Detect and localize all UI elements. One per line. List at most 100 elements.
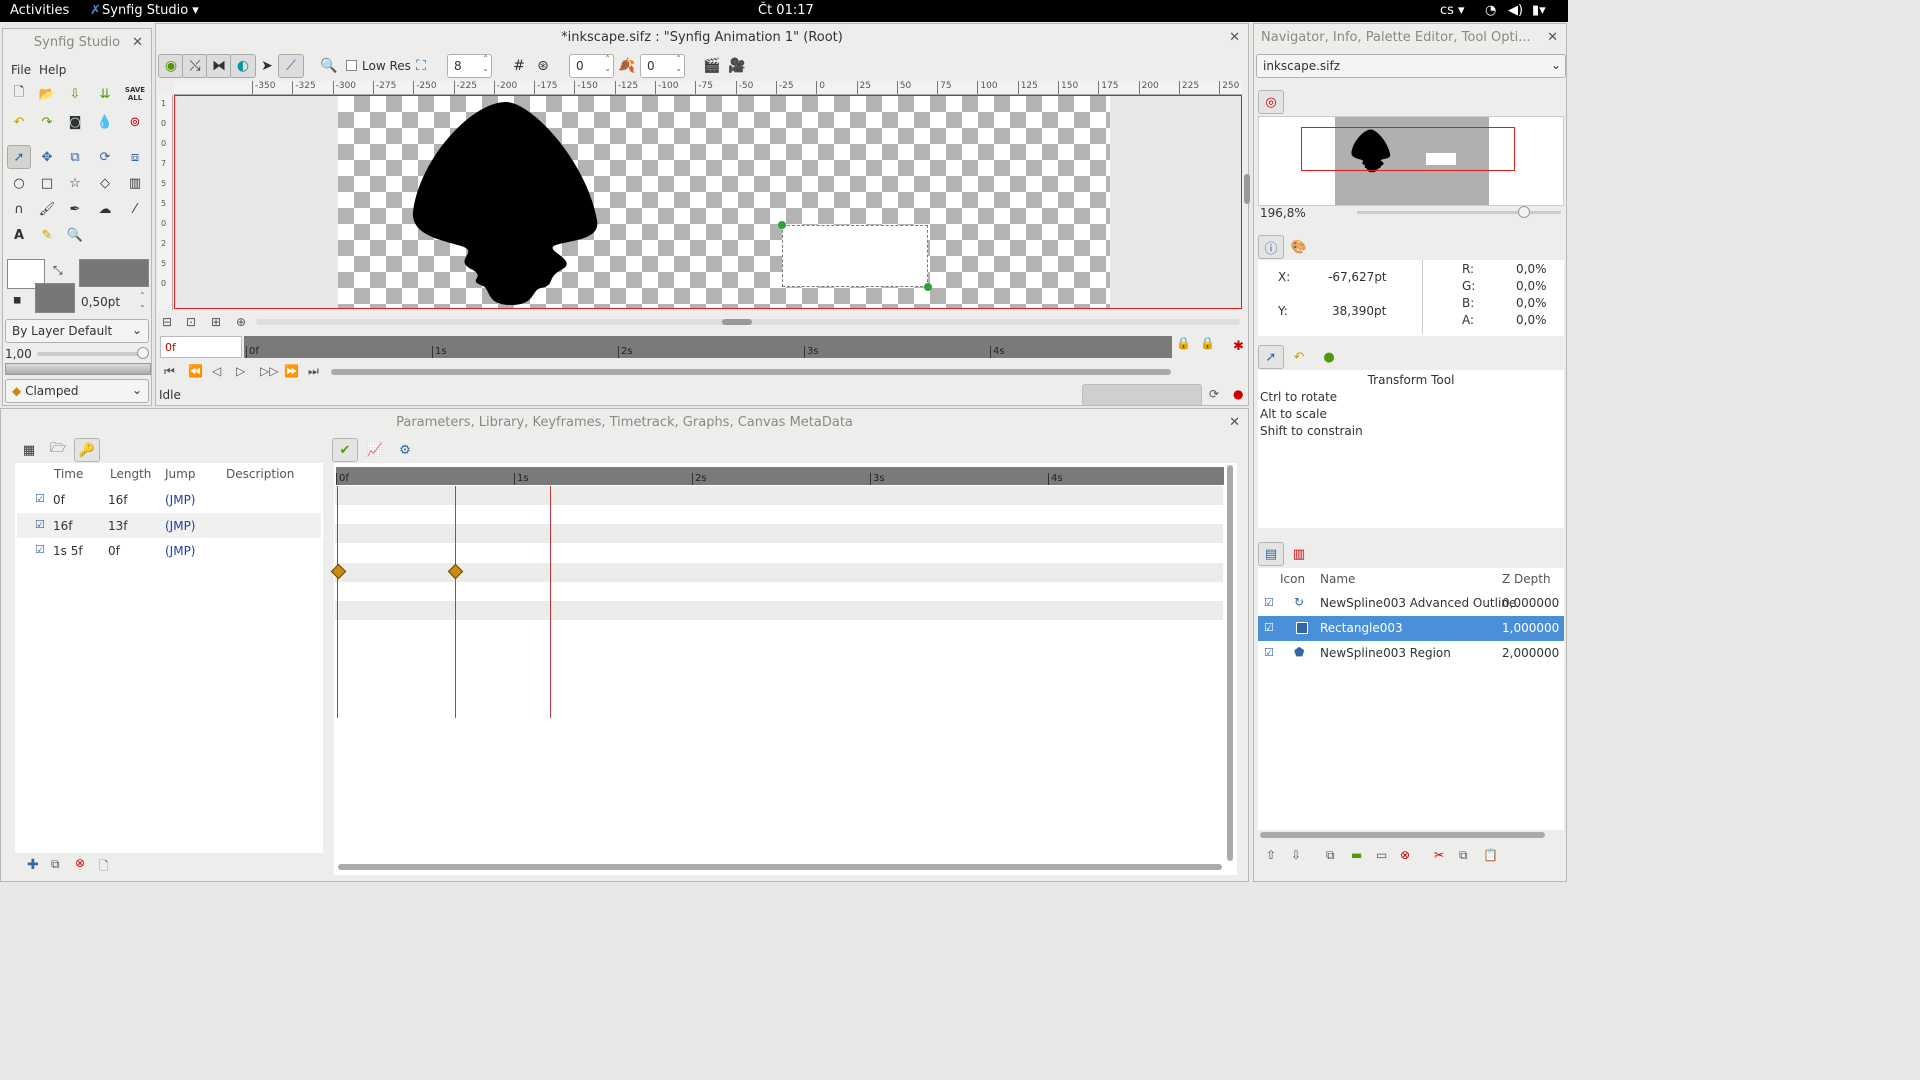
kf-header-length[interactable]: Length xyxy=(110,467,151,481)
brush-size-field[interactable]: 0,50pt xyxy=(81,295,120,309)
copy-icon[interactable]: ⧉ xyxy=(1459,848,1468,863)
setup-icon[interactable]: ◙ xyxy=(63,110,87,134)
redo-icon[interactable]: ↷ xyxy=(35,110,59,134)
keyframe-row[interactable]: ☑ 16f 13f (JMP) xyxy=(17,513,321,538)
activities-button[interactable]: Activities xyxy=(10,3,69,18)
keyframe-length[interactable]: 13f xyxy=(108,519,128,533)
timetrack-vscrollbar[interactable] xyxy=(1227,465,1233,861)
mirror-tool-icon[interactable]: ⧈ xyxy=(123,145,147,169)
brush-size-spinner-icon[interactable]: ⌃ ⌄ xyxy=(139,291,146,309)
eyedrop-tool-icon[interactable]: ⁄ xyxy=(123,197,147,221)
lock-past-keyframe-icon[interactable]: 🔒 xyxy=(1176,336,1191,350)
history-tab-icon[interactable]: ↶ xyxy=(1286,345,1312,369)
kf-header-description[interactable]: Description xyxy=(226,467,294,481)
lower-layer-icon[interactable]: ⇩ xyxy=(1291,848,1301,862)
info-tab-icon[interactable]: ⓘ xyxy=(1258,235,1284,259)
keyframe-active-checkbox[interactable]: ☑ xyxy=(35,492,45,505)
library-tab-icon[interactable]: 🗁 xyxy=(45,438,71,462)
spline-region-shape[interactable] xyxy=(411,100,601,308)
zoom-reset-icon[interactable]: ⊞ xyxy=(211,315,221,329)
layer-row-rectangle[interactable]: ☑ Rectangle003 1,000000 xyxy=(1258,616,1564,641)
save-icon[interactable]: ⇩ xyxy=(63,82,87,106)
fill-tool-icon[interactable]: 🖌 xyxy=(35,197,59,221)
new-file-icon[interactable]: 🗋 xyxy=(7,82,31,106)
kf-header-time[interactable]: Time xyxy=(54,467,83,481)
kf-header-jump[interactable]: Jump xyxy=(165,467,195,481)
timetrack-tab-icon[interactable]: ✔ xyxy=(332,438,358,462)
quality-icon[interactable]: ⛶ xyxy=(408,54,434,78)
layers-tab-icon[interactable]: ▤ xyxy=(1258,542,1284,566)
close-icon[interactable]: ✕ xyxy=(1547,24,1558,52)
layer-name[interactable]: NewSpline003 Advanced Outline xyxy=(1320,596,1516,610)
layer-name[interactable]: NewSpline003 Region xyxy=(1320,646,1451,660)
circle-tool-icon[interactable]: ○ xyxy=(7,171,31,195)
grid-toggle-icon[interactable]: # xyxy=(506,54,532,78)
seek-prev-keyframe-icon[interactable]: ⏪ xyxy=(188,364,203,378)
fill-color-swatch[interactable] xyxy=(35,283,75,313)
reset-colors-icon[interactable]: ◼ xyxy=(13,295,21,306)
ungroup-layer-icon[interactable]: ▭ xyxy=(1376,848,1387,862)
keyframe-length[interactable]: 0f xyxy=(108,544,120,558)
timetrack-row[interactable] xyxy=(335,563,1223,582)
navigator-tab-icon[interactable]: ◎ xyxy=(1258,90,1284,114)
rectangle-point2-handle[interactable] xyxy=(924,283,932,291)
toggle-ducks-icon[interactable]: ◉ xyxy=(158,54,184,78)
width-tool-icon[interactable]: ☁ xyxy=(93,197,117,221)
close-icon[interactable]: ✕ xyxy=(1229,24,1240,52)
keyframe-jump-link[interactable]: (JMP) xyxy=(165,493,196,507)
seek-prev-frame-icon[interactable]: ◁ xyxy=(212,364,221,378)
keyframe-active-checkbox[interactable]: ☑ xyxy=(35,518,45,531)
opacity-slider-handle[interactable] xyxy=(137,347,149,359)
past-onion-field[interactable]: 0 xyxy=(569,54,614,78)
text-tool-icon[interactable]: A xyxy=(7,223,31,247)
show-position-handles-icon[interactable]: ⤯ xyxy=(182,54,208,78)
render-icon[interactable]: 🎬 xyxy=(699,54,725,78)
add-keyframe-icon[interactable]: ✚ xyxy=(27,857,39,873)
timetrack-row[interactable] xyxy=(335,524,1223,543)
rectangle-tool-icon[interactable]: □ xyxy=(35,171,59,195)
keyframe-row[interactable]: ☑ 0f 16f (JMP) xyxy=(17,487,321,512)
paste-icon[interactable]: 📋 xyxy=(1483,848,1498,862)
layer-name[interactable]: Rectangle003 xyxy=(1320,621,1403,635)
tool-options-tab-icon[interactable]: ➚ xyxy=(1258,345,1284,369)
palette-tab-icon[interactable]: 🎨 xyxy=(1286,235,1312,259)
play-icon[interactable]: ▷ xyxy=(236,364,245,378)
menu-help[interactable]: Help xyxy=(39,63,66,77)
seek-next-frame-icon[interactable]: ▷▷ xyxy=(260,364,278,378)
zoom-fit-icon[interactable]: ⊡ xyxy=(186,315,196,329)
star-tool-icon[interactable]: ☆ xyxy=(63,171,87,195)
layers-header-zdepth[interactable]: Z Depth xyxy=(1502,572,1551,586)
gradient-swatch[interactable] xyxy=(79,259,149,287)
navigator-viewport-frame[interactable] xyxy=(1301,127,1515,171)
keyframe-time[interactable]: 1s 5f xyxy=(53,544,83,558)
timetrack-row[interactable] xyxy=(335,505,1223,524)
snap-grid-icon[interactable]: ⊛ xyxy=(530,54,556,78)
keyframe-active-checkbox[interactable]: ☑ xyxy=(35,543,45,556)
transform-tool-icon[interactable]: ➚ xyxy=(7,145,31,169)
layer-row-region[interactable]: ☑ ⬟ NewSpline003 Region 2,000000 xyxy=(1258,641,1564,666)
remove-keyframe-icon[interactable]: ⊗ xyxy=(75,856,85,870)
undo-icon[interactable]: ↶ xyxy=(7,110,31,134)
battery-icon[interactable]: ▮▾ xyxy=(1532,3,1546,18)
timetrack-ruler[interactable]: 0f 1s 2s 3s 4s xyxy=(336,467,1224,485)
vertical-scrollbar-thumb[interactable] xyxy=(1244,174,1250,204)
blend-method-select[interactable]: By Layer Default ⌄ xyxy=(5,319,149,343)
show-width-handles-icon[interactable]: ⟋ xyxy=(278,54,304,78)
volume-icon[interactable]: ◀) xyxy=(1508,3,1523,18)
lowres-zoom-icon[interactable]: 🔍 xyxy=(316,54,342,78)
zoom-out-icon[interactable]: ⊟ xyxy=(162,315,172,329)
keyframe-time[interactable]: 0f xyxy=(53,493,65,507)
animation-mode-icon[interactable]: ✱ xyxy=(1233,339,1244,354)
refresh-icon[interactable]: ⟳ xyxy=(1209,387,1219,401)
navigator-preview[interactable] xyxy=(1258,116,1564,206)
spline-tool-icon[interactable]: ∩ xyxy=(7,197,31,221)
open-file-icon[interactable]: 📂 xyxy=(35,82,59,106)
zoom-slider[interactable] xyxy=(1357,211,1561,214)
seek-next-keyframe-icon[interactable]: ⏩ xyxy=(284,364,299,378)
zoom-in-icon[interactable]: ⊕ xyxy=(236,315,246,329)
draw-tool-icon[interactable]: ✎ xyxy=(35,223,59,247)
timetrack-row[interactable] xyxy=(335,543,1223,562)
show-tangent-handles-icon[interactable]: ◐ xyxy=(230,54,256,78)
gradient-tool-icon[interactable]: ▥ xyxy=(123,171,147,195)
layer-visibility-checkbox[interactable]: ☑ xyxy=(1264,621,1274,634)
